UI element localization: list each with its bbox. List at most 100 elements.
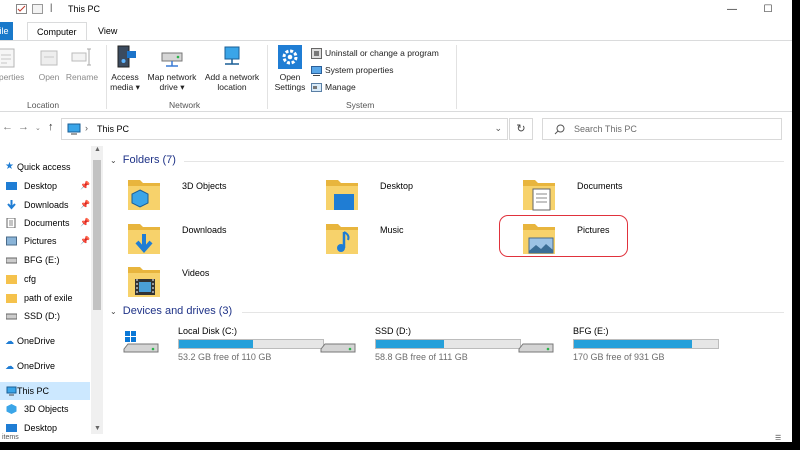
nav-item-documents[interactable]: Documents 📌 — [0, 214, 90, 232]
nav-label: BFG (E:) — [24, 255, 60, 265]
properties-button[interactable]: Properties — [0, 45, 32, 82]
up-arrow-icon[interactable]: ↑ — [48, 121, 54, 133]
details-view-icon[interactable]: ☰ — [775, 434, 781, 442]
drive-name: SSD (D:) — [375, 326, 411, 336]
tab-computer[interactable]: Computer — [27, 22, 87, 40]
folder-videos[interactable]: Videos — [126, 261, 316, 301]
minimize-button[interactable]: — — [718, 0, 746, 20]
folder-documents[interactable]: Documents — [521, 174, 711, 214]
address-row: ← → ⌄ ↑ › This PC ⌄ ↻ Search This PC — [0, 116, 792, 142]
refresh-icon: ↻ — [516, 123, 526, 135]
manage-button[interactable]: Manage — [311, 80, 356, 94]
content-pane: ⌄ Folders (7) 3D Objects Desktop Documen… — [106, 146, 792, 434]
3d-objects-folder-icon — [128, 180, 160, 210]
pin-icon[interactable]: 📌 — [80, 214, 90, 232]
drive-d[interactable]: SSD (D:) 58.8 GB free of 111 GB — [319, 326, 521, 366]
nav-item-desktop[interactable]: Desktop 📌 — [0, 177, 90, 195]
add-network-location-label-2: location — [217, 82, 247, 92]
folder-music[interactable]: Music — [324, 218, 514, 258]
ribbon-tabs: File Computer View — [0, 22, 792, 40]
nav-item-this-pc[interactable]: This PC — [0, 382, 90, 400]
access-media-button[interactable]: Access media ▾ — [108, 45, 142, 92]
address-bar[interactable]: › This PC ⌄ — [61, 118, 508, 140]
refresh-button[interactable]: ↻ — [509, 118, 533, 140]
drive-e[interactable]: BFG (E:) 170 GB free of 931 GB — [517, 326, 719, 366]
nav-item-pictures[interactable]: Pictures 📌 — [0, 232, 90, 250]
folder-downloads[interactable]: Downloads — [126, 218, 316, 258]
scroll-up-icon[interactable]: ▲ — [94, 146, 101, 153]
folders-section-header[interactable]: ⌄ Folders (7) — [110, 154, 176, 166]
drive-icon — [6, 257, 17, 264]
recent-locations-chevron-icon[interactable]: ⌄ — [35, 124, 41, 132]
breadcrumb-separator-icon[interactable]: › — [85, 123, 88, 133]
nav-label: OneDrive — [17, 361, 56, 371]
breadcrumb-this-pc[interactable]: This PC — [97, 124, 129, 134]
search-icon — [554, 124, 565, 135]
desktop-folder-icon — [6, 424, 17, 432]
folder-icon — [6, 294, 17, 303]
nav-label: Downloads — [24, 200, 69, 210]
group-separator — [267, 45, 268, 109]
pin-icon[interactable]: 📌 — [80, 232, 90, 250]
ribbon: Properties Open Rename Location Access m… — [0, 40, 792, 112]
open-icon — [40, 50, 58, 66]
pictures-highlight-annotation — [499, 215, 628, 257]
nav-item-bfg-drive[interactable]: BFG (E:) — [0, 251, 90, 269]
section-divider — [184, 161, 784, 162]
map-network-drive-button[interactable]: Map network drive ▾ — [143, 45, 201, 92]
nav-label: Documents — [24, 218, 70, 228]
rename-button[interactable]: Rename — [64, 45, 100, 82]
tab-view[interactable]: View — [89, 22, 126, 40]
nav-item-ssd-drive[interactable]: SSD (D:) — [0, 307, 90, 325]
windows-drive-icon — [123, 331, 159, 353]
new-folder-quick-icon[interactable] — [32, 4, 43, 14]
add-network-location-button[interactable]: Add a network location — [201, 45, 263, 92]
nav-item-onedrive[interactable]: ☁ OneDrive — [0, 357, 90, 375]
nav-item-quick-access[interactable]: ★ Quick access — [0, 158, 90, 176]
open-settings-button[interactable]: Open Settings — [270, 45, 310, 92]
drive-usage-fill — [179, 340, 254, 348]
folder-desktop[interactable]: Desktop — [324, 174, 514, 214]
nav-item-downloads[interactable]: Downloads 📌 — [0, 196, 90, 214]
uninstall-program-button[interactable]: Uninstall or change a program — [311, 46, 439, 60]
group-label-system: System — [346, 100, 375, 110]
downloads-folder-icon — [7, 200, 16, 210]
scroll-down-icon[interactable]: ▼ — [94, 425, 101, 432]
nav-item-3d-objects[interactable]: 3D Objects — [0, 400, 90, 418]
nav-label: cfg — [24, 274, 37, 284]
title-bar: | This PC — ☐ — [0, 0, 792, 20]
tab-file[interactable]: File — [0, 22, 13, 40]
scroll-thumb[interactable] — [93, 160, 101, 310]
pin-icon[interactable]: 📌 — [80, 177, 90, 195]
properties-label: Properties — [0, 72, 25, 82]
group-label-network: Network — [169, 100, 201, 110]
nav-item-path-of-exile[interactable]: path of exile — [0, 289, 90, 307]
folder-name: Videos — [182, 268, 210, 278]
pin-icon[interactable]: 📌 — [80, 196, 90, 214]
rename-label: Rename — [65, 72, 99, 82]
drive-icon — [518, 343, 554, 353]
3d-objects-icon — [6, 404, 17, 414]
open-button[interactable]: Open — [34, 45, 64, 82]
nav-label: path of exile — [24, 293, 73, 303]
file-explorer-window: | This PC — ☐ File Computer View Propert… — [0, 0, 792, 442]
drive-free-space: 58.8 GB free of 111 GB — [375, 352, 468, 362]
nav-label: Pictures — [24, 236, 57, 246]
status-bar: items ☰ — [0, 434, 792, 442]
status-items-count: items — [2, 434, 19, 441]
nav-pane-scrollbar[interactable]: ▲ ▼ — [91, 146, 103, 434]
search-input[interactable]: Search This PC — [542, 118, 782, 140]
back-arrow-icon[interactable]: ← — [2, 121, 13, 133]
forward-arrow-icon[interactable]: → — [18, 121, 29, 133]
drives-section-header[interactable]: ⌄ Devices and drives (3) — [110, 305, 232, 317]
nav-item-cfg[interactable]: cfg — [0, 270, 90, 288]
properties-quick-icon[interactable] — [16, 4, 27, 14]
address-dropdown-chevron-icon[interactable]: ⌄ — [494, 123, 502, 134]
folder-3d-objects[interactable]: 3D Objects — [126, 174, 316, 214]
navigation-pane: ★ Quick access Desktop 📌 Downloads 📌 Doc… — [0, 146, 104, 434]
nav-item-onedrive[interactable]: ☁ OneDrive — [0, 332, 90, 350]
maximize-button[interactable]: ☐ — [754, 0, 782, 20]
system-properties-button[interactable]: System properties — [311, 63, 394, 77]
nav-label: Desktop — [24, 181, 58, 191]
drive-c[interactable]: Local Disk (C:) 53.2 GB free of 110 GB — [122, 326, 324, 366]
